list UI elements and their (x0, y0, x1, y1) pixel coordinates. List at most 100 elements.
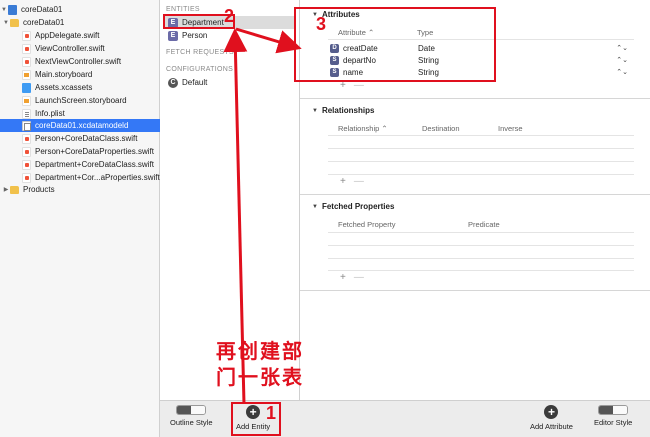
nav-item-label: ViewController.swift (35, 44, 105, 53)
entity-person[interactable]: E Person (164, 29, 296, 42)
remove-fetched-property-minus-button[interactable]: — (354, 272, 364, 283)
nav-item-label: Person+CoreDataClass.swift (35, 134, 138, 143)
inverse-column-header[interactable]: Inverse (498, 124, 523, 133)
add-fetched-property-plus-button[interactable]: + (340, 272, 346, 283)
configuration-label: Default (182, 78, 208, 87)
nav-item-file[interactable]: Department+CoreDataClass.swift (0, 158, 160, 171)
swift-file-icon (22, 133, 31, 144)
nav-item-file[interactable]: LaunchScreen.storyboard (0, 94, 160, 107)
nav-item-file[interactable]: AppDelegate.swift (0, 29, 160, 42)
entity-label: Person (182, 31, 208, 40)
fetched-properties-section-title[interactable]: ▼ Fetched Properties (312, 202, 394, 211)
disclosure-down-icon[interactable]: ▼ (0, 7, 8, 13)
divider (328, 148, 634, 149)
configurations-header: CONFIGURATIONS (166, 66, 234, 73)
outline-style-control[interactable]: Outline Style (170, 405, 213, 427)
section-divider (300, 98, 650, 99)
stepper-icon[interactable]: ⌃⌄ (616, 56, 628, 64)
storyboard-icon (22, 95, 31, 106)
outline-style-segmented-icon[interactable] (176, 405, 207, 415)
nav-item-group[interactable]: ▶ Products (0, 183, 160, 196)
nav-item-label: coreData01 (21, 5, 63, 14)
swift-file-icon (22, 56, 31, 67)
nav-item-label: Main.storyboard (35, 70, 93, 79)
nav-item-label: Products (23, 185, 55, 194)
nav-item-label: coreData01.xcdatamodeld (35, 121, 129, 130)
nav-item-label: Info.plist (35, 109, 65, 118)
data-model-icon (22, 120, 31, 131)
nav-item-file[interactable]: ViewController.swift (0, 42, 160, 55)
nav-item-file[interactable]: Assets.xcassets (0, 81, 160, 94)
nav-item-file[interactable]: Person+CoreDataClass.swift (0, 132, 160, 145)
nav-item-data-model[interactable]: coreData01.xcdatamodeld (0, 119, 160, 132)
entities-header: ENTITIES (166, 6, 200, 13)
relationships-section-title[interactable]: ▼ Relationships (312, 106, 374, 115)
annotation-number-3: 3 (316, 14, 327, 34)
divider (328, 161, 634, 162)
disclosure-right-icon[interactable]: ▶ (2, 186, 10, 193)
nav-item-label: AppDelegate.swift (35, 31, 100, 40)
predicate-column-header[interactable]: Predicate (468, 220, 500, 229)
swift-file-icon (22, 146, 31, 157)
disclosure-down-icon[interactable]: ▼ (2, 20, 10, 26)
plist-icon (22, 108, 31, 119)
swift-file-icon (22, 30, 31, 41)
stepper-icon[interactable]: ⌃⌄ (616, 68, 628, 76)
annotation-caption-line1: 再创建部 (216, 341, 304, 363)
annotation-caption-line2: 门一张表 (216, 367, 304, 389)
divider (328, 232, 634, 233)
nav-item-label: LaunchScreen.storyboard (35, 96, 127, 105)
relationships-add-remove: + — (340, 176, 364, 187)
project-icon (8, 4, 17, 15)
nav-item-label: Assets.xcassets (35, 83, 93, 92)
divider (328, 270, 634, 271)
table-editor-segment[interactable] (599, 406, 614, 414)
nav-item-label: coreData01 (23, 18, 65, 27)
swift-file-icon (22, 159, 31, 170)
disclosure-down-icon[interactable]: ▼ (312, 108, 318, 114)
add-relationship-plus-button[interactable]: + (340, 176, 346, 187)
section-divider (300, 194, 650, 195)
destination-column-header[interactable]: Destination (422, 124, 460, 133)
configuration-default[interactable]: C Default (164, 76, 296, 89)
nav-item-label: NextViewController.swift (35, 57, 122, 66)
remove-relationship-minus-button[interactable]: — (354, 176, 364, 187)
relationship-column-header[interactable]: Relationship ⌃ (338, 124, 388, 133)
graph-editor-segment[interactable] (613, 406, 628, 414)
nav-item-label: Department+Cor...aProperties.swift (35, 173, 160, 182)
fetch-requests-header: FETCH REQUESTS (166, 49, 234, 56)
assets-icon (22, 82, 31, 93)
table-style-segment[interactable] (177, 406, 192, 414)
disclosure-down-icon[interactable]: ▼ (312, 204, 318, 210)
nav-item-file[interactable]: Person+CoreDataProperties.swift (0, 145, 160, 158)
configuration-badge-icon: C (168, 77, 178, 88)
section-divider (300, 290, 650, 291)
nav-item-label: Department+CoreDataClass.swift (35, 160, 154, 169)
storyboard-icon (22, 69, 31, 80)
sort-ascending-icon: ⌃ (381, 124, 388, 133)
entity-badge-icon: E (168, 30, 178, 41)
swift-file-icon (22, 172, 31, 183)
project-navigator: ▼ coreData01 ▼ coreData01 AppDelegate.sw… (0, 0, 160, 437)
folder-icon (10, 185, 19, 194)
annotation-number-2: 2 (224, 6, 235, 26)
editor-style-control[interactable]: Editor Style (594, 405, 632, 427)
list-style-segment[interactable] (191, 406, 206, 414)
nav-item-label: Person+CoreDataProperties.swift (35, 147, 154, 156)
editor-style-segmented-icon[interactable] (598, 405, 629, 415)
nav-item-project[interactable]: ▼ coreData01 (0, 3, 160, 16)
nav-item-file[interactable]: NextViewController.swift (0, 55, 160, 68)
nav-item-group[interactable]: ▼ coreData01 (0, 16, 160, 29)
divider (328, 245, 634, 246)
divider (328, 174, 634, 175)
stepper-icon[interactable]: ⌃⌄ (616, 44, 628, 52)
folder-icon (10, 18, 19, 27)
fetched-properties-add-remove: + — (340, 272, 364, 283)
add-attribute-button[interactable]: + Add Attribute (530, 405, 573, 431)
divider (328, 258, 634, 259)
divider (328, 135, 634, 136)
nav-item-file[interactable]: Main.storyboard (0, 68, 160, 81)
annotation-number-1: 1 (266, 403, 277, 423)
add-plus-icon: + (544, 405, 559, 419)
fetched-property-column-header[interactable]: Fetched Property (338, 220, 396, 229)
